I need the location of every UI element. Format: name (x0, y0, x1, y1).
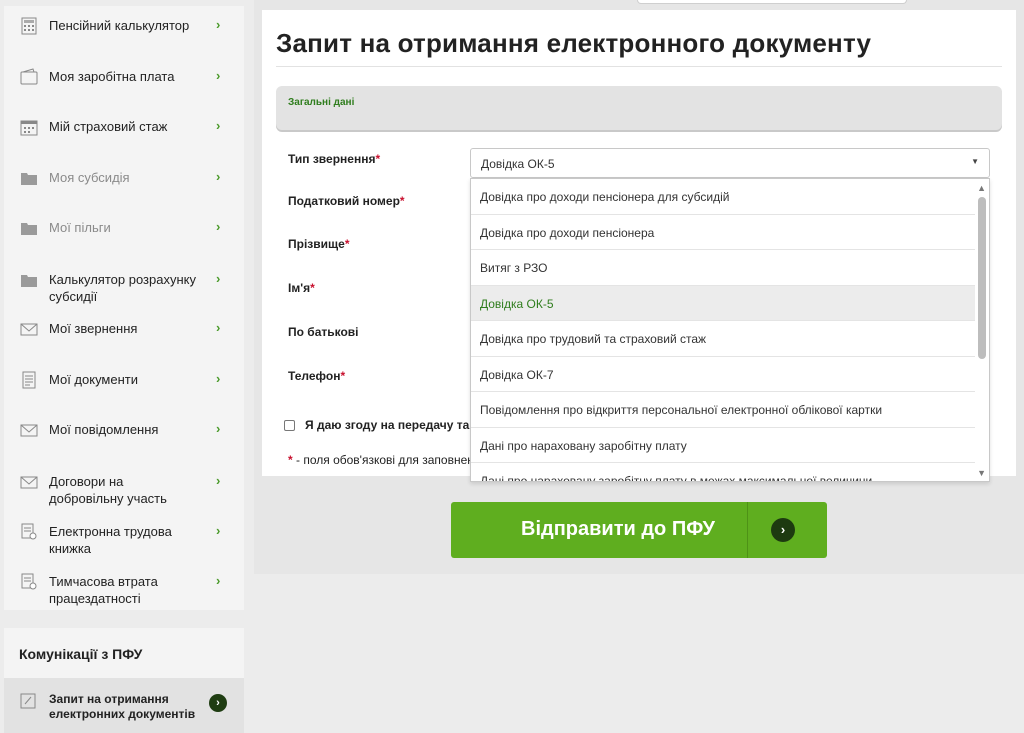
sidebar-item-label: Калькулятор розрахунку субсидії (49, 272, 196, 304)
section-header-general: Загальні дані (276, 86, 1002, 130)
dropdown-option[interactable]: Дані про нараховану заробітну плату (471, 428, 976, 463)
chevron-right-icon: › (216, 371, 221, 386)
consent-checkbox[interactable] (284, 420, 295, 431)
document-icon (20, 371, 38, 389)
document-edit-icon (20, 693, 38, 709)
dropdown-option-label: Дані про нараховану заробітну плату (480, 438, 687, 453)
dropdown-option[interactable]: Довідка ОК-5 (471, 285, 976, 321)
folder-icon (20, 169, 38, 187)
label-surname: Прізвище* (288, 237, 350, 251)
sidebar-item-label: Мій страховий стаж (49, 119, 168, 134)
chevron-right-icon: › (216, 320, 221, 335)
dropdown-option-label: Довідка про трудовий та страховий стаж (480, 332, 707, 346)
top-popup-edge (637, 0, 907, 4)
label-patronymic: По батькові (288, 325, 359, 339)
wallet-icon (20, 68, 38, 86)
workbook-icon (20, 523, 38, 541)
sidebar-item-label: Договори на добровільну участь (49, 474, 167, 506)
title-divider (276, 66, 1002, 67)
folder-icon (20, 219, 38, 237)
dropdown-option-label: Дані про нараховану заробітну плату в ме… (480, 474, 873, 482)
dropdown-option-label: Довідка ОК-5 (480, 296, 554, 311)
sidebar-item-electronic-documents-request[interactable]: Запит на отримання електронних документі… (4, 678, 244, 733)
folder-icon (20, 271, 38, 289)
chevron-right-icon: › (216, 573, 221, 588)
envelope-icon (20, 320, 38, 338)
workbook-icon (20, 573, 38, 591)
calendar-icon (20, 118, 38, 136)
dropdown-option[interactable]: Повідомлення про відкриття персональної … (471, 392, 976, 428)
dropdown-option[interactable]: Довідка про доходи пенсіонера для субсид… (471, 179, 976, 215)
label-request-type: Тип звернення* (288, 152, 381, 166)
chevron-right-icon: › (216, 421, 221, 436)
calculator-icon (20, 17, 38, 35)
chevron-right-icon: › (216, 219, 221, 234)
dropdown-option[interactable]: Витяг з РЗО (471, 250, 976, 286)
sidebar-item-label: Електронна трудова книжка (49, 524, 172, 556)
dropdown-option[interactable]: Довідка про доходи пенсіонера (471, 215, 976, 250)
chevron-right-icon: › (209, 694, 227, 712)
envelope-icon (20, 473, 38, 491)
consent-label[interactable]: Я даю згоду на передачу та обробку моїх … (305, 418, 470, 432)
caret-down-icon: ▼ (971, 157, 979, 166)
chevron-right-icon: › (216, 523, 221, 538)
sidebar-item-label: Моя субсидія (49, 170, 130, 185)
chevron-right-icon: › (216, 118, 221, 133)
sidebar-item-label: Тимчасова втрата працездатності (49, 574, 158, 606)
arrow-right-icon: › (771, 518, 795, 542)
label-name: Ім'я* (288, 281, 315, 295)
sidebar-item-label: Запит на отримання електронних документі… (49, 692, 196, 721)
sidebar-item-label: Моя заробітна плата (49, 69, 175, 84)
envelope-icon (20, 421, 38, 439)
submit-to-pfu-button[interactable]: Відправити до ПФУ › (451, 502, 827, 558)
label-phone: Телефон* (288, 369, 346, 383)
communications-panel: Комунікації з ПФУ Запит на отримання еле… (4, 628, 244, 733)
required-fields-note: * - поля обов'язкові для заповнення (288, 453, 470, 467)
scroll-down-icon[interactable]: ▼ (977, 468, 986, 478)
button-divider (747, 502, 748, 558)
sidebar-item-label: Мої документи (49, 372, 138, 387)
dropdown-scrollbar[interactable]: ▲ ▼ (975, 179, 989, 481)
communications-title: Комунікації з ПФУ (19, 646, 143, 662)
sidebar (4, 6, 244, 610)
chevron-right-icon: › (216, 68, 221, 83)
scrollbar-thumb[interactable] (978, 197, 986, 359)
dropdown-option[interactable]: Довідка про трудовий та страховий стаж (471, 321, 976, 357)
chevron-right-icon: › (216, 17, 221, 32)
chevron-right-icon: › (216, 271, 221, 286)
dropdown-option[interactable]: Довідка ОК-7 (471, 357, 976, 392)
sidebar-item-label: Пенсійний калькулятор (49, 18, 190, 33)
scroll-up-icon[interactable]: ▲ (977, 183, 986, 193)
chevron-right-icon: › (216, 169, 221, 184)
dropdown-option-label: Витяг з РЗО (480, 261, 548, 275)
sidebar-item-label: Мої звернення (49, 321, 138, 336)
dropdown-option-label: Довідка про доходи пенсіонера (480, 225, 655, 240)
dropdown-option-label: Довідка про доходи пенсіонера для субсид… (480, 190, 730, 204)
dropdown-option-label: Повідомлення про відкриття персональної … (480, 403, 883, 417)
sidebar-item-label: Мої пільги (49, 220, 111, 235)
page-title: Запит на отримання електронного документ… (276, 28, 872, 58)
sidebar-item-label: Мої повідомлення (49, 422, 159, 437)
chevron-right-icon: › (216, 473, 221, 488)
section-title: Загальні дані (288, 97, 355, 108)
dropdown-option[interactable]: Дані про нараховану заробітну плату в ме… (471, 463, 976, 482)
submit-button-label: Відправити до ПФУ (521, 518, 715, 540)
request-type-select[interactable]: Довідка ОК-5 ▼ (470, 148, 990, 178)
dropdown-option-label: Довідка ОК-7 (480, 367, 554, 382)
select-value: Довідка ОК-5 (481, 157, 555, 171)
request-type-dropdown[interactable]: Довідка про доходи пенсіонера для субсид… (470, 178, 990, 482)
label-tax-number: Податковий номер* (288, 194, 405, 208)
